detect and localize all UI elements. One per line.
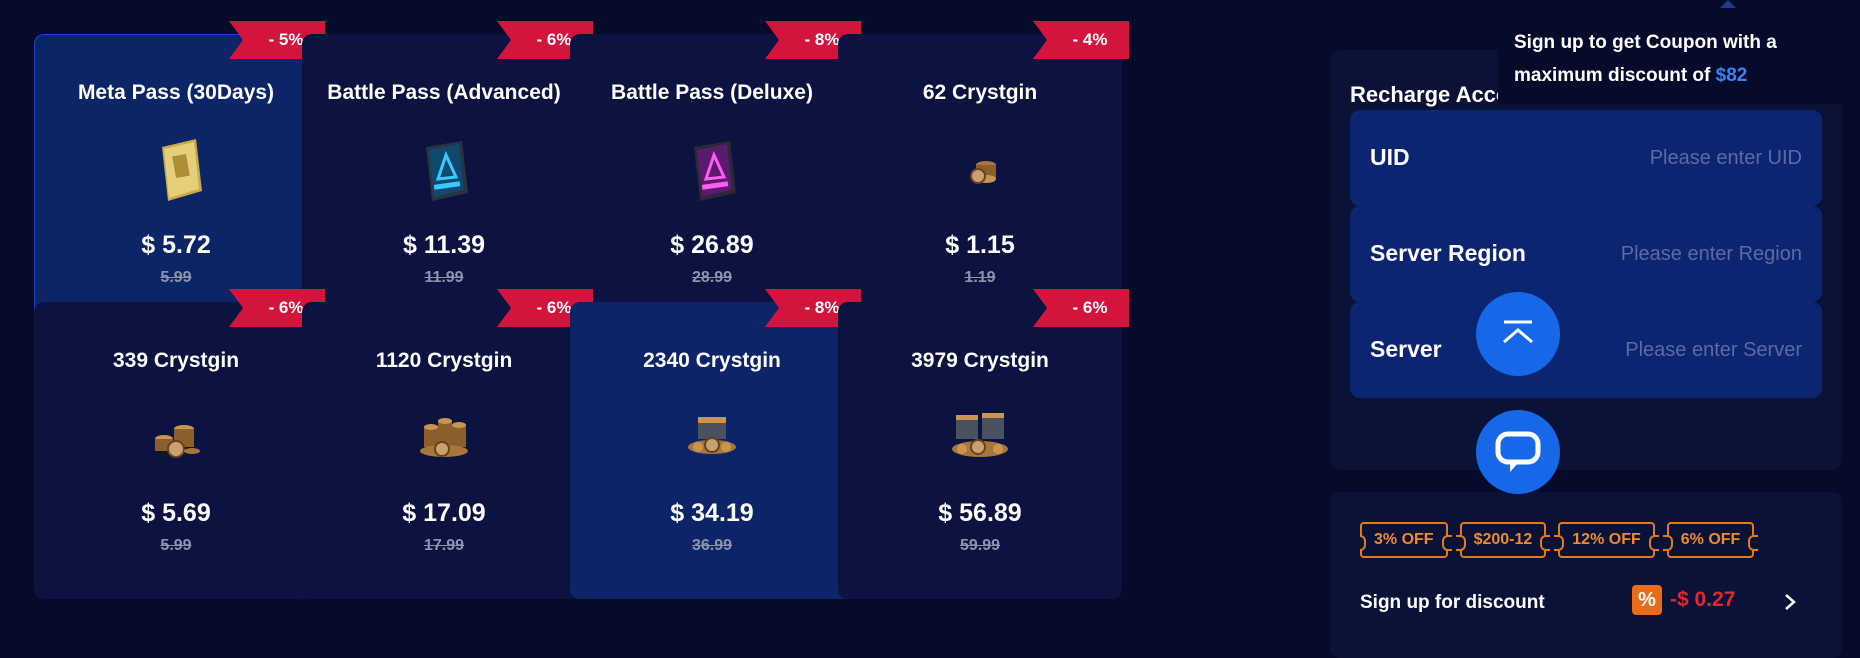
tooltip-line1: Sign up to get Coupon with a: [1514, 32, 1777, 53]
product-original-price: 11.99: [424, 269, 464, 286]
page: - 5% Meta Pass (30Days) $ 5.72 5.99 - 6%…: [0, 0, 1860, 658]
server-field[interactable]: Server: [1350, 302, 1822, 398]
product-price: $ 11.39: [402, 231, 486, 259]
coupon-tag[interactable]: 12% OFF: [1554, 522, 1660, 558]
product-card[interactable]: - 6% 3979 Crystgin $ 56.89 59.99: [838, 289, 1129, 599]
product-card[interactable]: - 6% 1120 Crystgin $ 17.09 17.99: [302, 289, 593, 599]
server-region-label: Server Region: [1370, 240, 1526, 266]
scroll-to-top-button[interactable]: [1476, 292, 1560, 376]
product-price: $ 34.19: [670, 499, 754, 527]
tooltip-amount: $82: [1715, 65, 1748, 86]
product-title: 339 Crystgin: [112, 349, 240, 372]
product-price: $ 17.09: [402, 499, 486, 527]
crystgin-chests-icon: [952, 413, 1008, 457]
product-price: $ 56.89: [938, 499, 1022, 527]
coupon-tag[interactable]: 3% OFF: [1360, 522, 1452, 558]
product-title: 3979 Crystgin: [911, 349, 1049, 372]
product-original-price: 1.19: [964, 269, 996, 286]
crystgin-chest-icon: [688, 417, 736, 454]
recharge-panel: Recharge Account UID Server Region Serve…: [1330, 50, 1842, 470]
uid-input[interactable]: [1542, 138, 1802, 178]
crystgin-coins-pile-icon: [420, 418, 468, 457]
product-title: 1120 Crystgin: [375, 349, 513, 372]
chevron-right-icon[interactable]: [1782, 592, 1798, 612]
product-original-price: 17.99: [423, 537, 465, 554]
discount-ribbon: - 6%: [1033, 289, 1129, 327]
deluxe-pass-card-icon: [694, 141, 736, 201]
server-input[interactable]: [1542, 330, 1802, 370]
percent-icon: %: [1632, 585, 1662, 615]
product-original-price: 59.99: [959, 537, 1001, 554]
crystgin-coins-stack-icon: [155, 425, 200, 458]
product-title: 2340 Crystgin: [643, 349, 781, 372]
chat-bubble-icon: [1495, 431, 1541, 472]
server-region-field[interactable]: Server Region: [1350, 206, 1822, 302]
discount-ribbon: - 4%: [1033, 21, 1129, 59]
scroll-to-top-icon: [1503, 320, 1533, 344]
product-card[interactable]: - 6% Battle Pass (Advanced) $ 11.39 11.9…: [302, 21, 593, 331]
tooltip-line2: maximum discount of $82: [1514, 65, 1748, 86]
crystgin-coins-small-icon: [970, 161, 996, 184]
advanced-pass-card-icon: [426, 141, 468, 201]
product-price: $ 5.69: [141, 499, 211, 527]
gold-pass-card-icon: [162, 139, 202, 201]
server-label: Server: [1370, 336, 1442, 362]
product-price: $ 1.15: [945, 231, 1015, 259]
tooltip-arrow: [1720, 0, 1736, 8]
server-region-input[interactable]: [1542, 234, 1802, 274]
signup-discount-link[interactable]: Sign up for discount: [1360, 592, 1545, 614]
product-card[interactable]: - 4% 62 Crystgin $ 1.15 1.19: [838, 21, 1129, 331]
product-card[interactable]: - 5% Meta Pass (30Days) $ 5.72 5.99: [34, 21, 325, 331]
product-title: Battle Pass (Deluxe): [611, 81, 813, 104]
chat-button[interactable]: [1476, 410, 1560, 494]
coupon-tag[interactable]: $200-12: [1455, 522, 1550, 558]
product-original-price: 5.99: [160, 269, 192, 286]
uid-label: UID: [1370, 144, 1410, 170]
product-price: $ 5.72: [141, 231, 211, 259]
product-card[interactable]: - 6% 339 Crystgin $ 5.69 5.99: [34, 289, 325, 599]
product-title: Battle Pass (Advanced): [327, 81, 561, 104]
coupon-tag[interactable]: 6% OFF: [1662, 522, 1758, 558]
coupon-list: 3% OFF $200-12 12% OFF 6% OFF: [1360, 522, 1842, 558]
product-card[interactable]: - 8% 2340 Crystgin $ 34.19 36.99: [570, 289, 861, 599]
signup-coupon-tooltip: Sign up to get Coupon with a maximum dis…: [1498, 14, 1860, 104]
product-original-price: 5.99: [160, 537, 192, 554]
product-original-price: 28.99: [691, 269, 733, 286]
product-original-price: 36.99: [691, 537, 733, 554]
product-card[interactable]: - 8% Battle Pass (Deluxe) $ 26.89 28.99: [570, 21, 861, 331]
product-price: $ 26.89: [670, 231, 754, 259]
product-title: Meta Pass (30Days): [77, 81, 275, 104]
product-title: 62 Crystgin: [922, 81, 1038, 104]
discount-amount: -$ 0.27: [1670, 588, 1736, 611]
uid-field[interactable]: UID: [1350, 110, 1822, 206]
signup-discount-panel: 3% OFF $200-12 12% OFF 6% OFF Sign up fo…: [1330, 492, 1842, 658]
